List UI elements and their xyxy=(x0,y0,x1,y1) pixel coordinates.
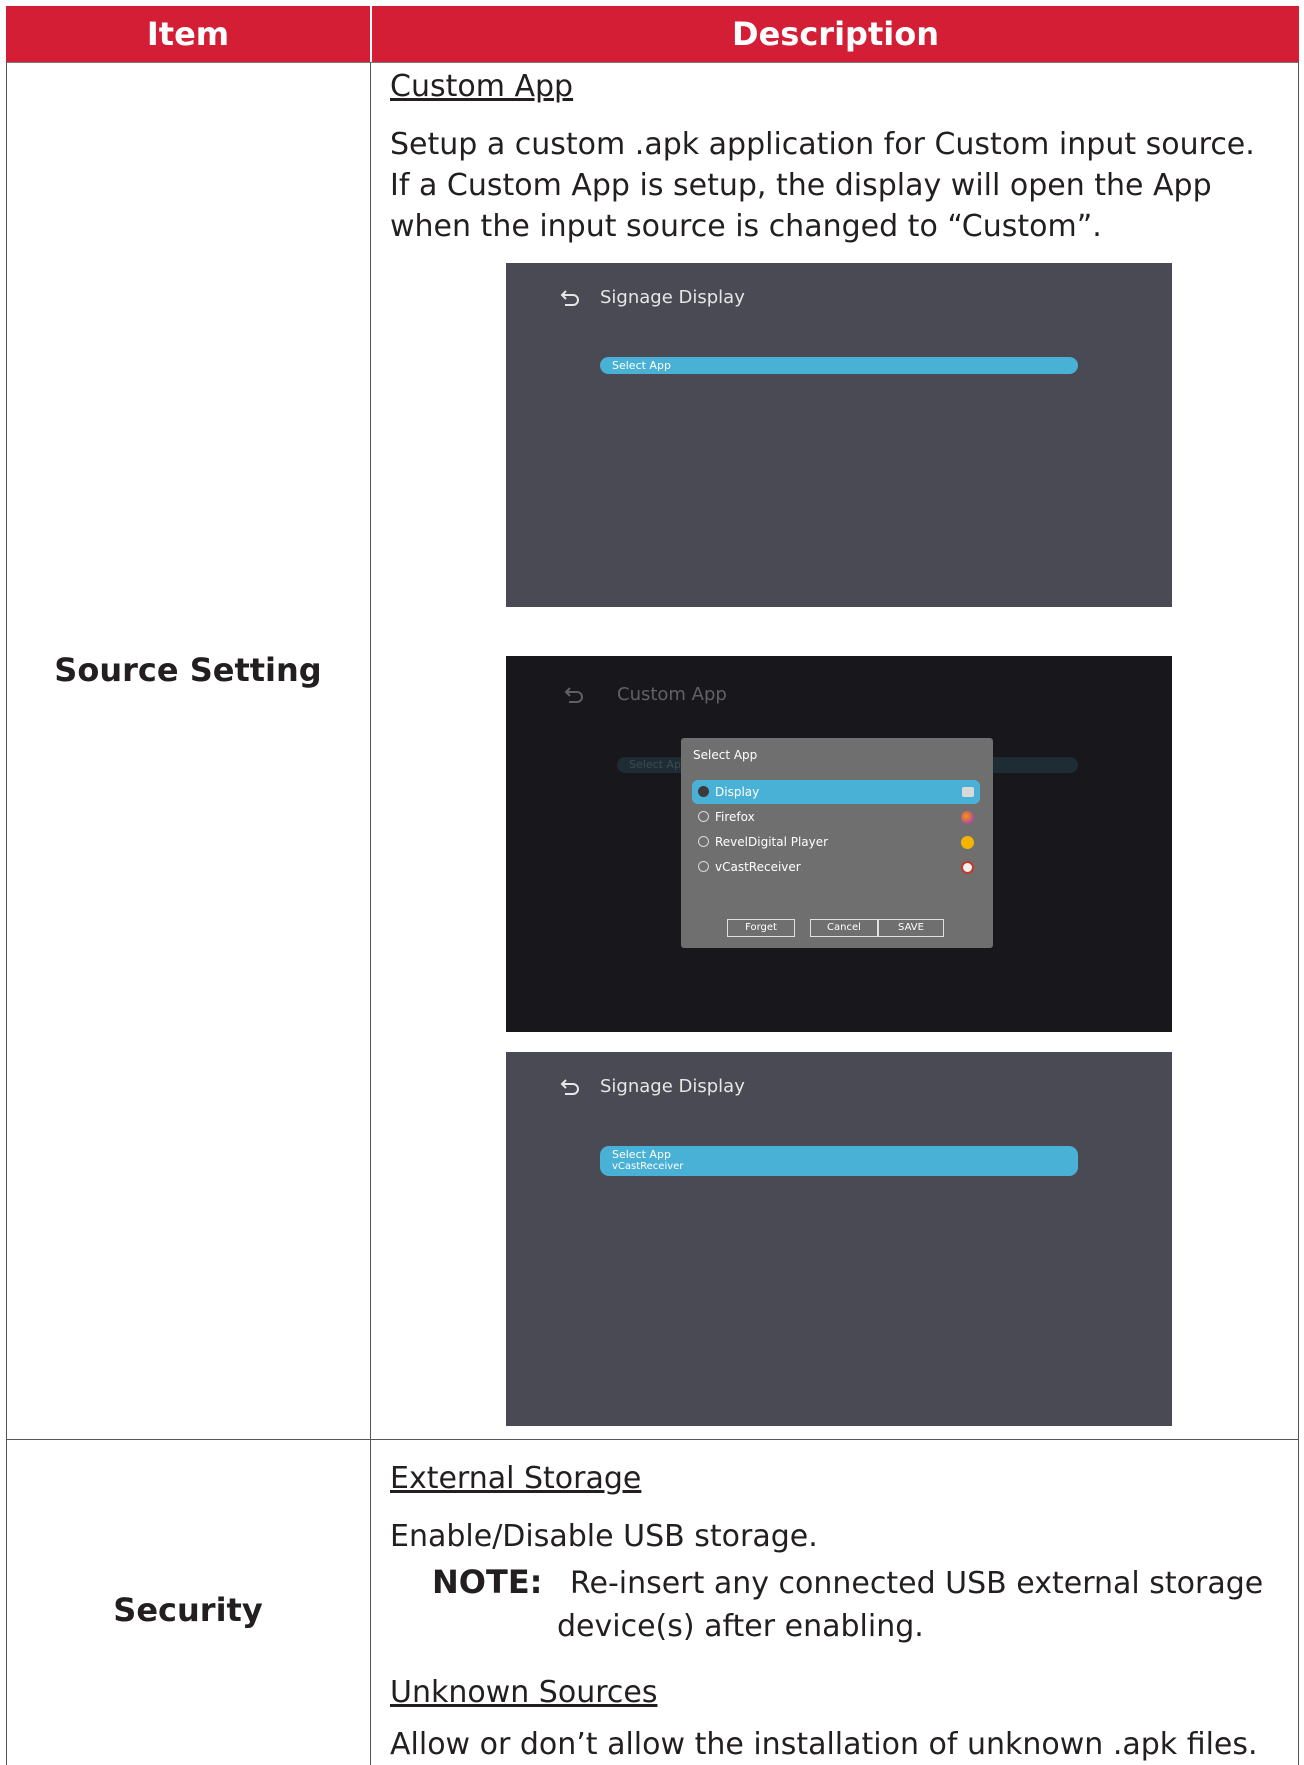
custom-app-subheading: Custom App xyxy=(390,69,574,104)
radio-unselected[interactable] xyxy=(698,836,709,847)
save-button[interactable]: SAVE xyxy=(878,919,944,937)
note-line-1: Re-insert any connected USB external sto… xyxy=(570,1566,1264,1601)
table-border-right xyxy=(1298,62,1299,1765)
header-description: Description xyxy=(732,15,939,53)
external-storage-subheading: External Storage xyxy=(390,1461,642,1496)
radio-unselected[interactable] xyxy=(698,811,709,822)
unknown-sources-subheading: Unknown Sources xyxy=(390,1675,658,1710)
item-security: Security xyxy=(113,1591,263,1629)
radio-selected[interactable] xyxy=(698,786,709,797)
screen-title: Custom App xyxy=(617,684,727,705)
firefox-icon xyxy=(961,811,974,824)
back-arrow-icon[interactable] xyxy=(564,685,586,703)
reveldigital-icon xyxy=(961,836,974,849)
external-storage-heading: External Storage xyxy=(390,1458,1280,1499)
cancel-button[interactable]: Cancel xyxy=(810,919,878,937)
table-border-left xyxy=(6,62,7,1765)
table-header: Item Description xyxy=(6,6,1299,63)
radio-unselected[interactable] xyxy=(698,861,709,872)
option-label: Display xyxy=(715,785,760,799)
column-divider xyxy=(370,62,371,1765)
display-app-icon xyxy=(962,787,974,797)
settings-table: Item Description Source Setting Custom A… xyxy=(6,6,1299,1765)
option-vcastreceiver[interactable]: vCastReceiver xyxy=(692,855,980,879)
option-label: vCastReceiver xyxy=(715,860,801,874)
option-label: Firefox xyxy=(715,810,755,824)
item-source-setting: Source Setting xyxy=(54,651,322,689)
screen-title: Signage Display xyxy=(600,287,745,308)
option-firefox[interactable]: Firefox xyxy=(692,805,980,829)
screenshot-select-app-dialog: Custom App Select App Select App Display… xyxy=(506,656,1172,1032)
header-item: Item xyxy=(6,6,372,62)
unknown-sources-heading: Unknown Sources xyxy=(390,1672,1280,1713)
option-reveldigital[interactable]: RevelDigital Player xyxy=(692,830,980,854)
back-arrow-icon[interactable] xyxy=(560,1077,582,1095)
back-arrow-icon[interactable] xyxy=(560,288,582,306)
unknown-sources-description: Allow or don’t allow the installation of… xyxy=(390,1727,1258,1762)
vcast-icon xyxy=(961,861,974,874)
row-divider xyxy=(6,1439,1299,1440)
note-block: NOTE: Re-insert any connected USB extern… xyxy=(432,1562,1304,1604)
dialog-title: Select App xyxy=(693,748,758,762)
select-app-button[interactable]: Select App xyxy=(600,357,1078,374)
select-app-dialog: Select App Display Firefox RevelDigital … xyxy=(681,738,993,948)
custom-app-heading: Custom App xyxy=(390,66,1280,107)
screen-title: Signage Display xyxy=(600,1076,745,1097)
forget-button[interactable]: Forget xyxy=(727,919,795,937)
external-storage-description: Enable/Disable USB storage. xyxy=(390,1519,818,1554)
option-label: RevelDigital Player xyxy=(715,835,829,849)
note-label: NOTE: xyxy=(432,1563,543,1601)
screenshot-signage-display: Signage Display Select App xyxy=(506,263,1172,607)
screenshot-signage-display-selected: Signage Display Select App vCastReceiver xyxy=(506,1052,1172,1426)
select-app-label: Select App xyxy=(612,1148,671,1161)
note-line-2: device(s) after enabling. xyxy=(557,1609,924,1644)
select-app-value: vCastReceiver xyxy=(612,1161,684,1172)
select-app-button[interactable]: Select App vCastReceiver xyxy=(600,1146,1078,1176)
option-display[interactable]: Display xyxy=(692,780,980,804)
custom-app-description: Setup a custom .apk application for Cust… xyxy=(390,127,1255,244)
